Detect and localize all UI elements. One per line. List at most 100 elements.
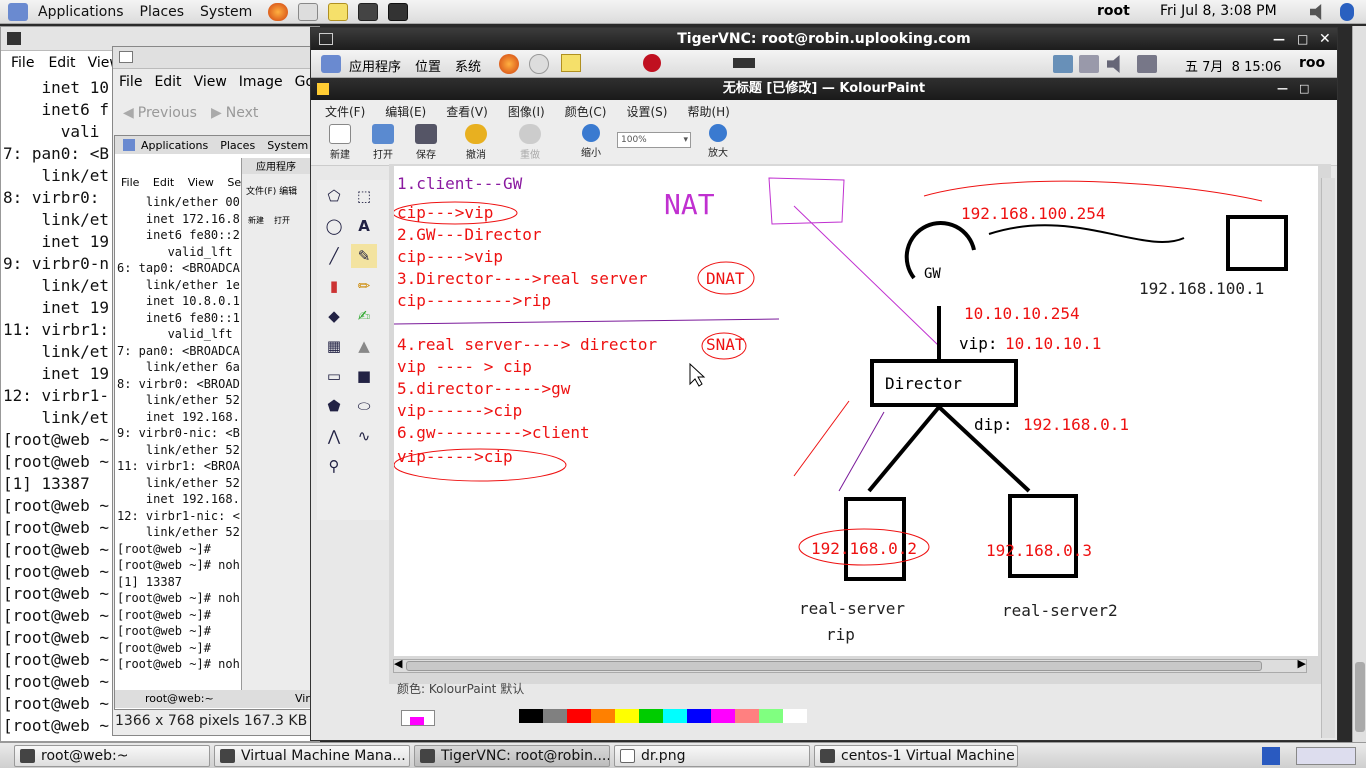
vm-icon[interactable] bbox=[733, 58, 755, 68]
zoom-out-button[interactable]: 缩小 bbox=[572, 124, 610, 159]
horizontal-scrollbar[interactable]: ◀ ▶ bbox=[393, 657, 1307, 673]
kp-maximize-icon[interactable]: □ bbox=[1299, 78, 1309, 100]
remote-volume-icon[interactable] bbox=[1107, 55, 1120, 73]
palette-color-swatch[interactable] bbox=[735, 709, 759, 723]
scroll-right-icon[interactable]: ▶ bbox=[1298, 657, 1306, 670]
kp-menu-file[interactable]: 文件(F) bbox=[325, 103, 365, 120]
kp-menu-settings[interactable]: 设置(S) bbox=[626, 103, 667, 120]
remote-gnome-icon[interactable] bbox=[321, 55, 341, 73]
undo-button[interactable]: 撤消 bbox=[457, 124, 495, 161]
remote-menu-places[interactable]: 位置 bbox=[415, 56, 441, 75]
palette-color-swatch[interactable] bbox=[759, 709, 783, 723]
kp-menu-color[interactable]: 颜色(C) bbox=[565, 103, 607, 120]
eog-menu-edit[interactable]: Edit bbox=[154, 74, 181, 90]
remote-notes-icon[interactable] bbox=[561, 54, 581, 72]
remote-menu-system[interactable]: 系统 bbox=[455, 56, 481, 75]
palette-color-swatch[interactable] bbox=[519, 709, 543, 723]
fill-tool-icon[interactable]: ◆ bbox=[321, 304, 347, 328]
text-tool-icon[interactable]: A bbox=[351, 214, 377, 238]
palette-color-swatch[interactable] bbox=[615, 709, 639, 723]
task-virt-manager[interactable]: Virtual Machine Mana... bbox=[214, 745, 410, 767]
zoom-select[interactable]: 100% ▾ bbox=[617, 132, 691, 148]
previous-button[interactable]: Previous bbox=[138, 105, 197, 121]
spraycan-tool-icon[interactable]: ▲ bbox=[351, 334, 377, 358]
line-tool-icon[interactable]: ╱ bbox=[321, 244, 347, 268]
remote-clock[interactable]: 五 7月 8 15:06 bbox=[1185, 56, 1282, 75]
task-terminal[interactable]: root@web:~ bbox=[14, 745, 210, 767]
menu-system[interactable]: System bbox=[200, 4, 252, 20]
terminal-output[interactable]: inet 10 inet6 f vali 7: pan0: <B link/et 8… bbox=[3, 77, 109, 737]
palette-color-swatch[interactable] bbox=[711, 709, 735, 723]
palette-color-swatch[interactable] bbox=[783, 709, 807, 723]
rounded-rect-tool-icon[interactable]: ▭ bbox=[321, 364, 347, 388]
terminal-icon[interactable] bbox=[388, 2, 409, 21]
minimize-icon[interactable]: — bbox=[1273, 28, 1285, 50]
bluetooth-icon[interactable] bbox=[1340, 3, 1354, 21]
cherry-icon[interactable] bbox=[643, 54, 661, 72]
remote-firefox-icon[interactable] bbox=[499, 54, 519, 74]
palette-color-swatch[interactable] bbox=[567, 709, 591, 723]
menu-applications[interactable]: Applications bbox=[38, 4, 124, 20]
free-select-tool-icon[interactable]: ⬠ bbox=[321, 184, 347, 208]
brush-tool-icon[interactable]: ✏ bbox=[351, 274, 377, 298]
terminal-menu-file[interactable]: File bbox=[11, 55, 34, 71]
vertical-scrollbar[interactable] bbox=[1321, 178, 1335, 738]
eraser-tool-icon[interactable]: ▮ bbox=[321, 274, 347, 298]
firefox-icon[interactable] bbox=[268, 2, 289, 21]
next-button[interactable]: Next bbox=[226, 105, 259, 121]
maximize-icon[interactable]: □ bbox=[1297, 28, 1308, 50]
remote-user[interactable]: roo bbox=[1299, 55, 1325, 71]
fg-bg-color-swatch[interactable] bbox=[401, 710, 435, 726]
kolourpaint-titlebar[interactable]: 无标题 [已修改] — KolourPaint — □ bbox=[311, 78, 1337, 100]
rect-select-tool-icon[interactable]: ⬚ bbox=[351, 184, 377, 208]
ellipse-tool-icon[interactable]: ⬭ bbox=[351, 394, 377, 418]
eog-titlebar[interactable] bbox=[113, 47, 321, 69]
scroll-thumb[interactable] bbox=[406, 661, 1262, 671]
mail-icon[interactable] bbox=[298, 2, 319, 21]
palette-color-swatch[interactable] bbox=[663, 709, 687, 723]
scroll-left-icon[interactable]: ◀ bbox=[394, 657, 402, 670]
palette-color-swatch[interactable] bbox=[543, 709, 567, 723]
palette-color-swatch[interactable] bbox=[687, 709, 711, 723]
rect-tool-icon[interactable]: ■ bbox=[351, 364, 377, 388]
task-centos-vm[interactable]: centos-1 Virtual Machine bbox=[814, 745, 1018, 767]
task-image-viewer[interactable]: dr.png bbox=[614, 745, 810, 767]
pen-tool-icon[interactable]: ✎ bbox=[351, 244, 377, 268]
open-button[interactable]: 打开 bbox=[364, 124, 402, 161]
eog-menu-image[interactable]: Image bbox=[239, 74, 283, 90]
kp-minimize-icon[interactable]: — bbox=[1277, 78, 1288, 100]
terminal-menu-edit[interactable]: Edit bbox=[48, 55, 75, 71]
drawing-canvas[interactable]: 1.client---GW cip--->vip 2.GW---Director… bbox=[392, 166, 1318, 656]
palette-color-swatch[interactable] bbox=[591, 709, 615, 723]
gnome-foot-icon[interactable] bbox=[8, 2, 28, 21]
printer-icon[interactable] bbox=[1079, 55, 1099, 73]
eog-menu-view[interactable]: View bbox=[194, 74, 227, 90]
polyline-tool-icon[interactable]: ⋀ bbox=[321, 424, 347, 448]
monitor-icon[interactable] bbox=[358, 2, 379, 21]
user-name[interactable]: root bbox=[1097, 3, 1130, 19]
palette-color-swatch[interactable] bbox=[639, 709, 663, 723]
redo-button[interactable]: 重做 bbox=[511, 124, 549, 161]
remote-mail-icon[interactable] bbox=[529, 54, 549, 74]
new-button[interactable]: 新建 bbox=[321, 124, 359, 161]
zoom-tool-icon[interactable]: ⚲ bbox=[321, 454, 347, 478]
notes-icon[interactable] bbox=[328, 2, 349, 21]
right-edge-thumb[interactable] bbox=[1355, 662, 1365, 732]
menu-places[interactable]: Places bbox=[140, 4, 185, 20]
eog-menu-file[interactable]: File bbox=[119, 74, 142, 90]
kp-menu-help[interactable]: 帮助(H) bbox=[687, 103, 729, 120]
zoom-in-button[interactable]: 放大 bbox=[699, 124, 737, 159]
save-button[interactable]: 保存 bbox=[407, 124, 445, 161]
color-picker-tool-icon[interactable]: ✍ bbox=[351, 304, 377, 328]
remote-menu-applications[interactable]: 应用程序 bbox=[349, 56, 401, 75]
curve-tool-icon[interactable]: ∿ bbox=[351, 424, 377, 448]
workspace-icon[interactable] bbox=[1262, 747, 1280, 765]
volume-icon[interactable] bbox=[1310, 4, 1322, 20]
battery-icon[interactable] bbox=[1137, 55, 1157, 73]
polygon-tool-icon[interactable]: ⬟ bbox=[321, 394, 347, 418]
task-tigervnc[interactable]: TigerVNC: root@robin.... bbox=[414, 745, 610, 767]
clock[interactable]: Fri Jul 8, 3:08 PM bbox=[1160, 3, 1277, 19]
ellipse-select-tool-icon[interactable]: ◯ bbox=[321, 214, 347, 238]
right-edge-scrollbar[interactable] bbox=[1352, 26, 1366, 742]
vnc-titlebar[interactable]: TigerVNC: root@robin.uplooking.com — □ ✕ bbox=[311, 28, 1337, 50]
